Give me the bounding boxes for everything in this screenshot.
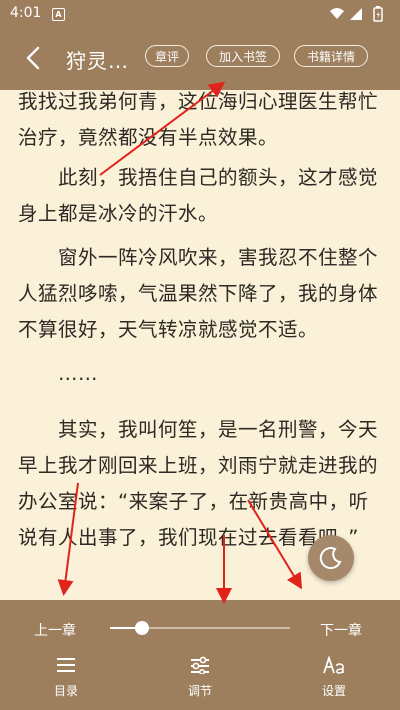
progress-thumb[interactable] bbox=[135, 621, 150, 635]
chapter-review-button[interactable]: 章评 bbox=[145, 45, 189, 67]
paragraph: 此刻，我捂住自己的额头，这才感觉身上都是冰冷的汗水。 bbox=[18, 166, 379, 225]
progress-slider[interactable] bbox=[110, 621, 290, 635]
signal-icon bbox=[350, 8, 362, 20]
status-time: 4:01 bbox=[10, 5, 42, 21]
settings-label: 设置 bbox=[321, 684, 346, 698]
notification-icon: A bbox=[52, 8, 65, 21]
list-icon bbox=[57, 658, 75, 672]
reading-content[interactable]: 我找过我弟何青，这位海归心理医生帮忙治疗，竟然都没有半点效果。 此刻，我捂住自己… bbox=[0, 90, 400, 600]
reader-bottom-panel: 上一章 下一章 目录 调节 设置 bbox=[0, 600, 400, 710]
system-status-icons bbox=[330, 6, 383, 22]
night-mode-button[interactable] bbox=[308, 535, 354, 581]
reader-top-bar: 狩灵… 章评 加入书签 书籍详情 bbox=[0, 28, 400, 90]
adjust-label: 调节 bbox=[187, 684, 212, 698]
back-arrow-icon[interactable] bbox=[18, 42, 50, 74]
moon-icon bbox=[319, 547, 342, 570]
book-title: 狩灵… bbox=[66, 49, 129, 73]
next-chapter-button[interactable]: 下一章 bbox=[320, 620, 362, 640]
paragraph: 我找过我弟何青，这位海归心理医生帮忙治疗，竟然都没有半点效果。 bbox=[18, 90, 379, 149]
prev-chapter-button[interactable]: 上一章 bbox=[34, 620, 76, 640]
add-bookmark-button[interactable]: 加入书签 bbox=[206, 45, 280, 67]
paragraph: 窗外一阵冷风吹来，害我忍不住整个人猛烈哆嗦，气温果然下降了，我的身体不算很好，天… bbox=[18, 246, 379, 341]
wifi-icon bbox=[330, 8, 344, 19]
catalog-label: 目录 bbox=[53, 684, 78, 698]
catalog-button[interactable]: 目录 bbox=[36, 656, 96, 699]
book-details-button[interactable]: 书籍详情 bbox=[294, 45, 368, 67]
paragraph: …… bbox=[18, 362, 99, 385]
sliders-icon bbox=[191, 656, 209, 676]
font-size-icon bbox=[323, 655, 344, 674]
status-bar: 4:01 A bbox=[0, 0, 400, 28]
adjust-button[interactable]: 调节 bbox=[170, 656, 230, 699]
settings-button[interactable]: 设置 bbox=[304, 655, 364, 699]
